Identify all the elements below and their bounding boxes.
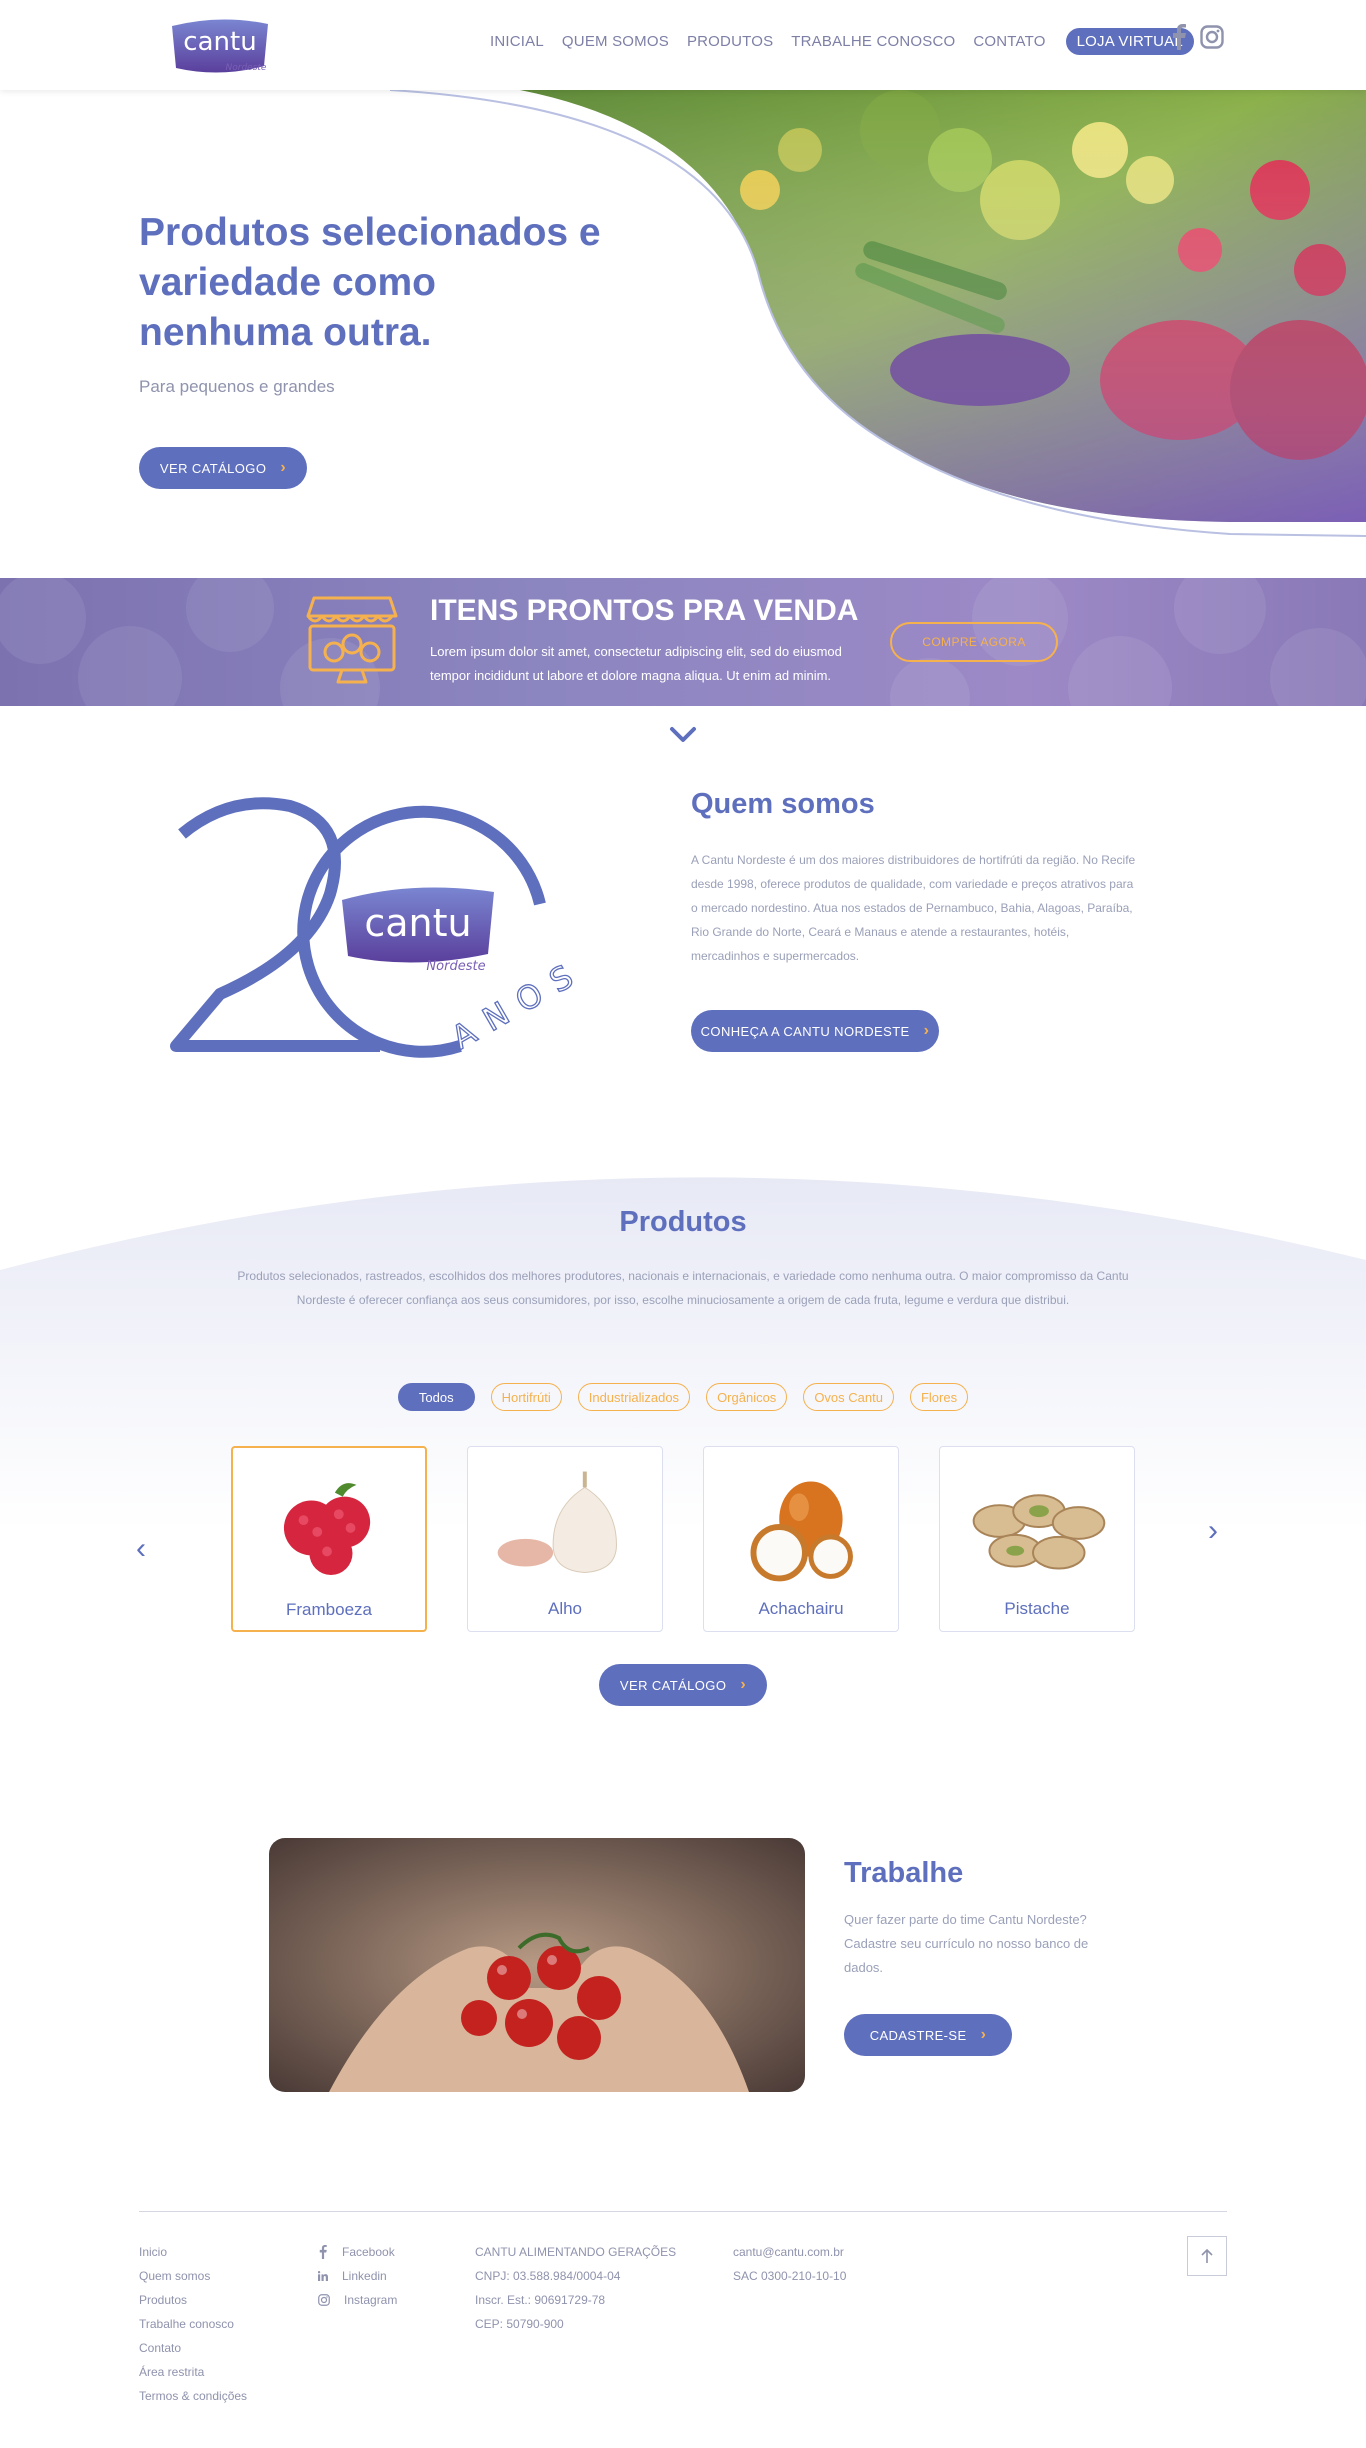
svg-text:cantu: cantu [364, 901, 471, 945]
filter-organicos[interactable]: Orgânicos [706, 1383, 788, 1411]
products-catalog-label: VER CATÁLOGO [619, 1677, 727, 1693]
filter-ovos-cantu[interactable]: Ovos Cantu [803, 1383, 894, 1411]
footer-contact: cantu@cantu.com.br SAC 0300-210-10-10 [733, 2240, 846, 2288]
products-title: Produtos [619, 1206, 747, 1238]
footer-link-inicio[interactable]: Inicio [139, 2240, 247, 2264]
hero-section: Produtos selecionados e variedade como n… [0, 90, 1366, 560]
filter-industrializados[interactable]: Industrializados [577, 1383, 691, 1411]
instagram-icon[interactable] [1200, 25, 1224, 49]
instagram-icon [318, 2294, 330, 2306]
footer-link-trabalhe-conosco[interactable]: Trabalhe conosco [139, 2312, 247, 2336]
product-card-achachairu[interactable]: Achachairu [703, 1446, 899, 1632]
register-button[interactable]: CADASTRE-SE › [844, 2014, 1012, 2056]
product-card-alho[interactable]: Alho [467, 1446, 663, 1632]
about-title: Quem somos [691, 788, 875, 820]
footer-divider [139, 2211, 1227, 2212]
scroll-down-chevron-icon[interactable] [669, 726, 697, 744]
product-name: Framboeza [286, 1600, 372, 1619]
pistachio-image [972, 1494, 1106, 1570]
nav-contato[interactable]: CONTATO [973, 33, 1045, 50]
tomatoes-in-hands-image [269, 1838, 805, 2092]
back-to-top-button[interactable] [1187, 2236, 1227, 2276]
hero-title: Produtos selecionados e variedade como n… [139, 211, 601, 354]
register-label: CADASTRE-SE [869, 2027, 967, 2043]
linkedin-label: Linkedin [342, 2269, 387, 2283]
footer-link-produtos[interactable]: Produtos [139, 2288, 247, 2312]
company-cnpj: CNPJ: 03.588.984/0004-04 [475, 2269, 621, 2283]
cantu-logo[interactable]: cantu Nordeste [166, 14, 274, 78]
about-company-label: CONHEÇA A CANTU NORDESTE [700, 1023, 910, 1039]
nav-quem-somos[interactable]: QUEM SOMOS [562, 33, 669, 50]
carousel-next-arrow-icon[interactable]: › [1208, 1514, 1218, 1548]
buy-now-button[interactable]: COMPRE AGORA [890, 622, 1058, 662]
chevron-right-icon: › [923, 1022, 930, 1039]
chevron-right-icon: › [740, 1676, 747, 1693]
header-social [1172, 24, 1224, 50]
arrow-up-icon [1201, 2248, 1213, 2263]
work-title: Trabalhe [844, 1857, 964, 1889]
chevron-right-icon: › [980, 2026, 987, 2043]
footer-link-quem-somos[interactable]: Quem somos [139, 2264, 247, 2288]
hero-catalog-button[interactable]: VER CATÁLOGO › [139, 447, 307, 489]
achachairu-image [750, 1481, 853, 1582]
linkedin-icon [318, 2271, 328, 2281]
footer-link-area-restrita[interactable]: Área restrita [139, 2360, 247, 2384]
product-name: Achachairu [758, 1599, 844, 1618]
store-icon [306, 596, 398, 684]
raspberry-image [283, 1483, 371, 1575]
filter-todos[interactable]: Todos [397, 1383, 475, 1411]
about-text: A Cantu Nordeste é um dos maiores distri… [691, 853, 1136, 963]
footer-instagram-link[interactable]: Instagram [318, 2288, 397, 2312]
nav-trabalhe-conosco[interactable]: TRABALHE CONOSCO [791, 33, 955, 50]
ready-items-banner: ITENS PRONTOS PRA VENDA Lorem ipsum dolo… [0, 578, 1366, 706]
footer-social: Facebook Linkedin Instagram [318, 2240, 397, 2312]
products-text: Produtos selecionados, rastreados, escol… [237, 1269, 1129, 1307]
hero-subtitle: Para pequenos e grandes [139, 377, 335, 396]
twenty-years-badge: cantu Nordeste ANOS [170, 797, 580, 1058]
garlic-image [497, 1471, 617, 1573]
footer-links: Inicio Quem somos Produtos Trabalhe cono… [139, 2240, 247, 2408]
facebook-label: Facebook [342, 2245, 395, 2259]
main-nav: INICIAL QUEM SOMOS PRODUTOS TRABALHE CON… [490, 28, 1212, 55]
nav-inicial[interactable]: INICIAL [490, 33, 544, 50]
product-filters: Todos Hortifrúti Industrializados Orgâni… [0, 1383, 1366, 1411]
footer-linkedin-link[interactable]: Linkedin [318, 2264, 397, 2288]
product-name: Pistache [1004, 1599, 1070, 1618]
banner-title: ITENS PRONTOS PRA VENDA [430, 594, 859, 627]
company-state-registration: Inscr. Est.: 90691729-78 [475, 2293, 606, 2307]
contact-email[interactable]: cantu@cantu.com.br [733, 2240, 846, 2264]
facebook-icon [319, 2245, 327, 2259]
footer-company-info: CANTU ALIMENTANDO GERAÇÕES CNPJ: 03.588.… [475, 2240, 676, 2336]
banner-text: Lorem ipsum dolor sit amet, consectetur … [430, 644, 842, 683]
contact-sac: SAC 0300-210-10-10 [733, 2269, 847, 2283]
chevron-right-icon: › [280, 459, 287, 476]
filter-hortifruti[interactable]: Hortifrúti [490, 1383, 562, 1411]
footer-link-termos[interactable]: Termos & condições [139, 2384, 247, 2408]
product-card-pistache[interactable]: Pistache [939, 1446, 1135, 1632]
footer-facebook-link[interactable]: Facebook [318, 2240, 397, 2264]
company-cep: CEP: 50790-900 [475, 2317, 564, 2331]
product-name: Alho [547, 1599, 583, 1618]
product-card-framboeza[interactable]: Framboeza [231, 1446, 427, 1632]
svg-text:Nordeste: Nordeste [426, 959, 485, 974]
svg-text:cantu: cantu [183, 27, 256, 57]
instagram-label: Instagram [344, 2293, 398, 2307]
work-text: Quer fazer parte do time Cantu Nordeste?… [844, 1912, 1089, 1975]
about-company-button[interactable]: CONHEÇA A CANTU NORDESTE › [691, 1010, 939, 1052]
filter-flores[interactable]: Flores [909, 1383, 969, 1411]
svg-text:Nordeste: Nordeste [226, 63, 267, 73]
carousel-prev-arrow-icon[interactable]: ‹ [136, 1532, 146, 1566]
footer-link-contato[interactable]: Contato [139, 2336, 247, 2360]
facebook-icon[interactable] [1172, 24, 1186, 50]
hero-catalog-label: VER CATÁLOGO [159, 460, 267, 476]
site-header: cantu Nordeste INICIAL QUEM SOMOS PRODUT… [0, 0, 1366, 90]
products-catalog-button[interactable]: VER CATÁLOGO › [599, 1664, 767, 1706]
nav-produtos[interactable]: PRODUTOS [687, 33, 773, 50]
company-slogan: CANTU ALIMENTANDO GERAÇÕES [475, 2245, 677, 2259]
